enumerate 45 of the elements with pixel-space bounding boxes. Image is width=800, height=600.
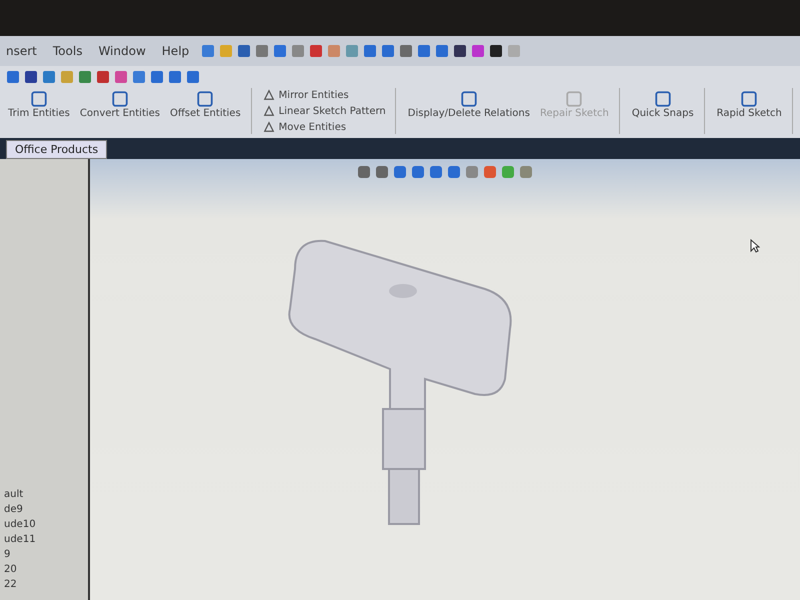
- triangle-icon: [262, 121, 275, 133]
- tree-item[interactable]: 22: [4, 579, 84, 590]
- tree-item[interactable]: ude10: [4, 519, 84, 530]
- tree-item[interactable]: 9: [4, 549, 84, 560]
- view-icon[interactable]: [483, 165, 497, 179]
- triangle-icon: [262, 105, 275, 117]
- command-button[interactable]: Move Entities: [262, 120, 387, 134]
- tree-item[interactable]: de9: [4, 504, 84, 515]
- tree-item[interactable]: ude11: [4, 534, 84, 545]
- menu-item[interactable]: nsert: [6, 44, 37, 58]
- square-icon: [740, 90, 758, 108]
- square-icon: [196, 90, 214, 108]
- command-button[interactable]: Trim Entities: [6, 88, 72, 134]
- command-button[interactable]: Quick Snaps: [630, 88, 696, 134]
- command-button[interactable]: Rapid Sketch: [714, 88, 784, 134]
- view-icon[interactable]: [375, 165, 389, 179]
- square-icon: [565, 90, 584, 108]
- view-icon[interactable]: [447, 165, 461, 179]
- tree-item[interactable]: ault: [4, 489, 84, 500]
- square-icon: [460, 90, 478, 108]
- tab[interactable]: Office Products: [6, 140, 108, 159]
- command-button[interactable]: Convert Entities: [78, 88, 162, 134]
- view-icon[interactable]: [429, 165, 443, 179]
- square-icon: [110, 90, 129, 108]
- view-icon[interactable]: [411, 165, 425, 179]
- square-icon: [30, 90, 48, 108]
- command-button[interactable]: Mirror Entities: [262, 88, 387, 102]
- menu-item[interactable]: Tools: [52, 44, 82, 58]
- toolbar-icon[interactable]: [489, 44, 504, 58]
- view-icon[interactable]: [393, 165, 407, 179]
- command-button[interactable]: Offset Entities: [168, 88, 243, 134]
- view-icon[interactable]: [465, 165, 479, 179]
- view-icon[interactable]: [501, 165, 515, 179]
- view-icon[interactable]: [357, 165, 371, 179]
- command-button[interactable]: Display/Delete Relations: [406, 88, 532, 134]
- menu-item[interactable]: Help: [162, 44, 190, 58]
- cursor-icon: [750, 239, 760, 253]
- toolbar-icon[interactable]: [453, 44, 468, 58]
- view-icon[interactable]: [519, 165, 533, 179]
- square-icon: [654, 90, 672, 108]
- triangle-icon: [262, 89, 275, 101]
- menu-item[interactable]: Window: [98, 44, 146, 58]
- tree-item[interactable]: 20: [4, 564, 84, 575]
- toolbar-icon[interactable]: [24, 70, 38, 84]
- command-button[interactable]: Linear Sketch Pattern: [262, 104, 387, 118]
